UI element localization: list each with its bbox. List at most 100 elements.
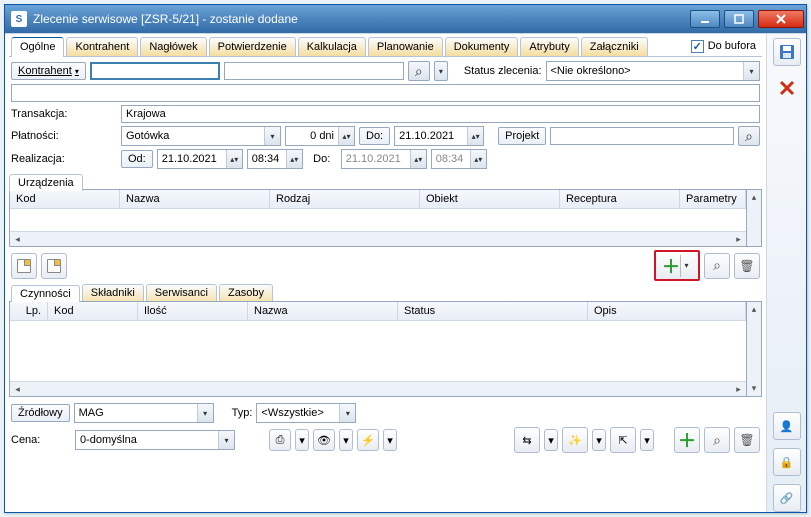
bt-action-dd[interactable]: ▾ (383, 429, 397, 451)
tab-kalkulacja[interactable]: Kalkulacja (298, 37, 366, 56)
realizacja-od-time-spinner[interactable]: ▴▾ (286, 150, 302, 168)
zrodlowy-button[interactable]: Źródłowy (11, 404, 70, 422)
transakcja-label: Transakcja: (11, 108, 81, 120)
operator-button[interactable]: 👤 (773, 412, 801, 440)
bt-delete-row-button[interactable] (734, 427, 760, 453)
device-delete-button[interactable] (734, 253, 760, 279)
realizacja-do-time-spinner[interactable]: ▴▾ (470, 150, 486, 168)
kontrahent-name-input[interactable] (224, 62, 404, 80)
czynnosci-hscroll[interactable]: ◂▸ (10, 381, 746, 396)
status-zlecenia-dropdown-button[interactable]: ▾ (743, 62, 759, 80)
scol-opis[interactable]: Opis (588, 302, 746, 320)
bt-exec1-dd[interactable]: ▾ (592, 429, 606, 451)
bt-preview-button[interactable]: 👁 (313, 429, 335, 451)
urzadzenia-grid-body[interactable] (10, 209, 746, 231)
scol-kod[interactable]: Kod (48, 302, 138, 320)
col-kod[interactable]: Kod (10, 190, 120, 208)
status-zlecenia-select[interactable]: <Nie określono> (547, 63, 744, 79)
col-rodzaj[interactable]: Rodzaj (270, 190, 420, 208)
platnosci-dropdown-button[interactable]: ▾ (264, 127, 280, 145)
col-receptura[interactable]: Receptura (560, 190, 680, 208)
platnosci-do-date-spinner[interactable]: ▴▾ (467, 127, 483, 145)
platnosci-select[interactable]: Gotówka (122, 128, 264, 144)
do-bufora-checkbox[interactable]: ✓ (691, 40, 704, 53)
app-icon: S (11, 11, 27, 27)
zrodlowy-select[interactable]: MAG (75, 405, 197, 421)
subtab-serwisanci[interactable]: Serwisanci (146, 284, 217, 301)
kontrahent-button[interactable]: Kontrahent▾ (11, 62, 86, 80)
close-button[interactable] (758, 10, 804, 28)
col-nazwa[interactable]: Nazwa (120, 190, 270, 208)
scol-status[interactable]: Status (398, 302, 588, 320)
realizacja-od-button[interactable]: Od: (121, 150, 153, 168)
bt-exec1-button[interactable]: ✨ (562, 427, 588, 453)
kontrahent-desc-input[interactable] (11, 84, 760, 102)
tab-ogolne[interactable]: Ogólne (11, 37, 64, 57)
lock-button[interactable]: 🔒 (773, 448, 801, 476)
platnosci-do-button[interactable]: Do: (359, 127, 390, 145)
subtab-czynnosci[interactable]: Czynności (11, 285, 80, 302)
scol-ilosc[interactable]: Ilość (138, 302, 248, 320)
tab-zalaczniki[interactable]: Załączniki (581, 37, 648, 56)
bt-print-button[interactable]: ⎙ (269, 429, 291, 451)
bt-print-dd[interactable]: ▾ (295, 429, 309, 451)
tab-dokumenty[interactable]: Dokumenty (445, 37, 519, 56)
tab-atrybuty[interactable]: Atrybuty (520, 37, 578, 56)
projekt-input[interactable] (550, 127, 734, 145)
cena-dropdown-button[interactable]: ▾ (218, 431, 234, 449)
bt-add-row-button[interactable]: ＋ (674, 427, 700, 453)
subtab-skladniki[interactable]: Składniki (82, 284, 144, 301)
tab-planowanie[interactable]: Planowanie (368, 37, 443, 56)
device-list-button[interactable] (41, 253, 67, 279)
zrodlowy-dropdown-button[interactable]: ▾ (197, 404, 213, 422)
typ-select[interactable]: <Wszystkie> (257, 405, 339, 421)
bt-find-row-button[interactable] (704, 427, 730, 453)
kontrahent-code-input[interactable] (90, 62, 220, 80)
realizacja-do-date[interactable]: 21.10.2021 (342, 151, 410, 167)
realizacja-do-time[interactable]: 08:34 (432, 151, 470, 167)
platnosci-dni-input[interactable]: 0 dni (286, 128, 338, 144)
device-add-dropdown[interactable]: ▾ (680, 255, 692, 277)
col-parametry[interactable]: Parametry (680, 190, 746, 208)
kontrahent-dropdown-button[interactable]: ▾ (434, 61, 448, 81)
platnosci-dni-spinner[interactable]: ▴▾ (338, 127, 354, 145)
urzadzenia-hscroll[interactable]: ◂▸ (10, 231, 746, 246)
col-obiekt[interactable]: Obiekt (420, 190, 560, 208)
bt-preview-dd[interactable]: ▾ (339, 429, 353, 451)
device-add-button[interactable]: ＋ ▾ (654, 250, 700, 281)
tab-kontrahent[interactable]: Kontrahent (66, 37, 138, 56)
typ-dropdown-button[interactable]: ▾ (339, 404, 355, 422)
realizacja-od-date[interactable]: 21.10.2021 (158, 151, 226, 167)
tab-potwierdzenie[interactable]: Potwierdzenie (209, 37, 296, 56)
cancel-button[interactable] (773, 74, 801, 102)
czynnosci-vscroll-up[interactable]: ▴ (752, 302, 757, 317)
maximize-button[interactable] (724, 10, 754, 28)
projekt-search-button[interactable] (738, 126, 760, 146)
urzadzenia-vscroll-up[interactable]: ▴ (752, 190, 757, 205)
bt-action-button[interactable]: ⚡ (357, 429, 379, 451)
subtab-zasoby[interactable]: Zasoby (219, 284, 273, 301)
scol-lp[interactable]: Lp. (10, 302, 48, 320)
search-icon (713, 432, 721, 449)
tab-naglowek[interactable]: Nagłówek (140, 37, 206, 56)
device-card-button[interactable] (11, 253, 37, 279)
cena-select[interactable]: 0-domyślna (76, 432, 218, 448)
realizacja-od-time[interactable]: 08:34 (248, 151, 286, 167)
bt-convert-button[interactable]: ⇆ (514, 427, 540, 453)
urzadzenia-tab[interactable]: Urządzenia (9, 174, 83, 191)
projekt-button[interactable]: Projekt (498, 127, 546, 145)
bt-convert-dd[interactable]: ▾ (544, 429, 558, 451)
czynnosci-grid-body[interactable] (10, 321, 746, 381)
czynnosci-vscroll-down[interactable]: ▾ (752, 381, 757, 396)
bt-export-button[interactable]: ⇱ (610, 427, 636, 453)
realizacja-od-date-spinner[interactable]: ▴▾ (226, 150, 242, 168)
platnosci-do-date[interactable]: 21.10.2021 (395, 128, 467, 144)
device-search-button[interactable] (704, 253, 730, 279)
kontrahent-search-button[interactable] (408, 61, 430, 81)
bt-export-dd[interactable]: ▾ (640, 429, 654, 451)
save-button[interactable] (773, 38, 801, 66)
minimize-button[interactable] (690, 10, 720, 28)
realizacja-do-date-spinner[interactable]: ▴▾ (410, 150, 426, 168)
scol-nazwa[interactable]: Nazwa (248, 302, 398, 320)
link-button[interactable]: 🔗 (773, 484, 801, 512)
